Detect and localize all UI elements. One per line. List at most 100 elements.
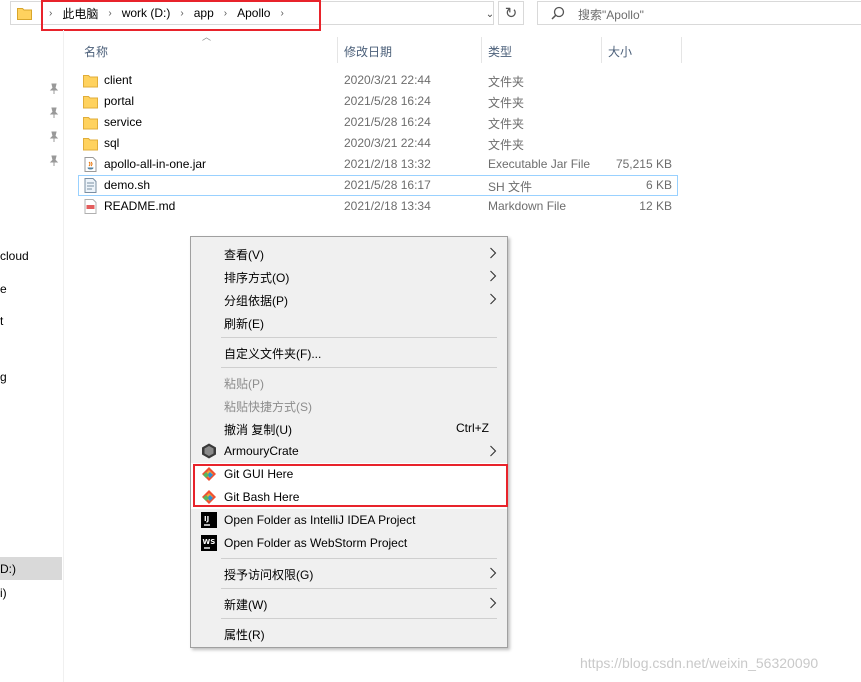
file-row-readme[interactable]: README.md 2021/2/18 13:34 Markdown File … (78, 196, 678, 217)
webstorm-badge-text: WS (203, 538, 216, 546)
nav-item[interactable]: e (0, 282, 7, 296)
breadcrumb-apollo[interactable]: Apollo (233, 6, 274, 20)
jar-icon (84, 157, 97, 172)
nav-item[interactable]: i) (0, 586, 7, 600)
menu-item-label: Open Folder as IntelliJ IDEA Project (224, 513, 416, 527)
folder-icon (17, 8, 32, 20)
file-type: 文件夹 (488, 96, 525, 110)
menu-item-properties[interactable]: 属性(R) (191, 622, 507, 645)
file-type: Executable Jar File (488, 157, 591, 171)
file-type: 文件夹 (488, 75, 525, 89)
menu-item-label: 自定义文件夹(F)... (224, 347, 322, 361)
menu-item-new[interactable]: 新建(W) (191, 592, 507, 615)
file-type: 文件夹 (488, 117, 525, 131)
menu-separator (221, 618, 497, 619)
nav-item-cloud[interactable]: cloud (0, 249, 29, 263)
breadcrumb: › 此电脑 › work (D:) › app › Apollo › (43, 2, 290, 24)
file-size: 6 KB (645, 178, 672, 192)
file-name: README.md (104, 199, 176, 213)
menu-item-armoury-crate[interactable]: ArmouryCrate (191, 440, 507, 463)
menu-item-paste-shortcut: 粘贴快捷方式(S) (191, 394, 507, 417)
chevron-right-icon (490, 247, 497, 259)
chevron-right-icon[interactable]: › (218, 8, 233, 19)
menu-item-label: 分组依据(P) (224, 294, 288, 308)
column-divider[interactable] (681, 37, 682, 63)
column-divider[interactable] (481, 37, 482, 63)
keyboard-shortcut: Ctrl+Z (456, 421, 489, 435)
file-date: 2021/2/18 13:32 (344, 157, 431, 171)
menu-item-refresh[interactable]: 刷新(E) (191, 311, 507, 334)
file-type: 文件夹 (488, 138, 525, 152)
column-header-date[interactable]: 修改日期 (344, 43, 392, 69)
refresh-button[interactable]: ↻ (498, 1, 524, 25)
menu-item-open-intellij[interactable]: IJ Open Folder as IntelliJ IDEA Project (191, 509, 507, 532)
chevron-right-icon (490, 270, 497, 282)
column-header-name[interactable]: 名称 (84, 43, 108, 69)
address-bar[interactable]: › 此电脑 › work (D:) › app › Apollo › ⌄ (10, 1, 494, 25)
search-icon (551, 6, 565, 20)
menu-item-git-bash-here[interactable]: Git Bash Here (191, 486, 507, 509)
menu-separator (221, 367, 497, 368)
nav-item[interactable]: t (0, 314, 3, 328)
pin-icon[interactable] (48, 107, 60, 119)
file-row-apollo-jar[interactable]: apollo-all-in-one.jar 2021/2/18 13:32 Ex… (78, 154, 678, 175)
intellij-badge-text: IJ (204, 515, 209, 523)
folder-icon (83, 138, 98, 151)
file-date: 2020/3/21 22:44 (344, 73, 431, 87)
file-row-client[interactable]: client 2020/3/21 22:44 文件夹 (78, 70, 678, 91)
folder-icon (83, 117, 98, 130)
file-date: 2020/3/21 22:44 (344, 136, 431, 150)
file-row-portal[interactable]: portal 2021/5/28 16:24 文件夹 (78, 91, 678, 112)
menu-item-view[interactable]: 查看(V) (191, 242, 507, 265)
file-date: 2021/2/18 13:34 (344, 199, 431, 213)
folder-icon (83, 96, 98, 109)
chevron-down-icon[interactable]: ⌄ (481, 5, 499, 23)
search-input[interactable]: 搜索"Apollo" (537, 1, 861, 25)
breadcrumb-app[interactable]: app (190, 6, 218, 20)
column-divider[interactable] (337, 37, 338, 63)
column-header-size[interactable]: 大小 (608, 43, 632, 69)
menu-item-label: Git Bash Here (224, 490, 300, 504)
chevron-right-icon[interactable]: › (174, 8, 189, 19)
file-name: portal (104, 94, 135, 108)
menu-item-sort-by[interactable]: 排序方式(O) (191, 265, 507, 288)
armoury-crate-icon (202, 443, 216, 459)
breadcrumb-this-pc[interactable]: 此电脑 (58, 5, 102, 22)
menu-item-label: Git GUI Here (224, 467, 294, 481)
navigation-pane[interactable]: cloud e t g D:) i) (0, 30, 64, 682)
nav-item-drive-d[interactable]: D:) (0, 562, 16, 576)
sort-ascending-icon: ︿ (202, 32, 212, 42)
menu-item-customize-folder[interactable]: 自定义文件夹(F)... (191, 341, 507, 364)
file-name: sql (104, 136, 120, 150)
menu-item-give-access[interactable]: 授予访问权限(G) (191, 562, 507, 585)
file-row-demo-sh[interactable]: demo.sh 2021/5/28 16:17 SH 文件 6 KB (78, 175, 678, 196)
menu-item-label: 粘贴快捷方式(S) (224, 400, 312, 414)
menu-separator (221, 588, 497, 589)
chevron-right-icon (490, 567, 497, 579)
markdown-file-icon (84, 199, 97, 214)
menu-item-undo-copy[interactable]: 撤消 复制(U) Ctrl+Z (191, 417, 507, 440)
menu-separator (221, 337, 497, 338)
file-date: 2021/5/28 16:17 (344, 178, 431, 192)
menu-item-open-webstorm[interactable]: WS Open Folder as WebStorm Project (191, 532, 507, 555)
nav-item[interactable]: g (0, 370, 7, 384)
file-name: service (104, 115, 143, 129)
chevron-right-icon[interactable]: › (102, 8, 117, 19)
column-divider[interactable] (601, 37, 602, 63)
git-icon (202, 467, 216, 481)
shell-file-icon (84, 178, 97, 193)
file-row-sql[interactable]: sql 2020/3/21 22:44 文件夹 (78, 133, 678, 154)
watermark: https://blog.csdn.net/weixin_56320090 (580, 655, 819, 671)
file-row-service[interactable]: service 2021/5/28 16:24 文件夹 (78, 112, 678, 133)
pin-icon[interactable] (48, 131, 60, 143)
menu-item-group-by[interactable]: 分组依据(P) (191, 288, 507, 311)
pin-icon[interactable] (48, 155, 60, 167)
webstorm-icon: WS (201, 535, 217, 551)
chevron-right-icon (490, 293, 497, 305)
menu-item-git-gui-here[interactable]: Git GUI Here (191, 463, 507, 486)
column-header-type[interactable]: 类型 (488, 43, 512, 69)
chevron-right-icon: › (49, 7, 53, 19)
pin-icon[interactable] (48, 83, 60, 95)
breadcrumb-work-drive[interactable]: work (D:) (118, 6, 175, 20)
chevron-right-icon[interactable]: › (274, 8, 289, 19)
